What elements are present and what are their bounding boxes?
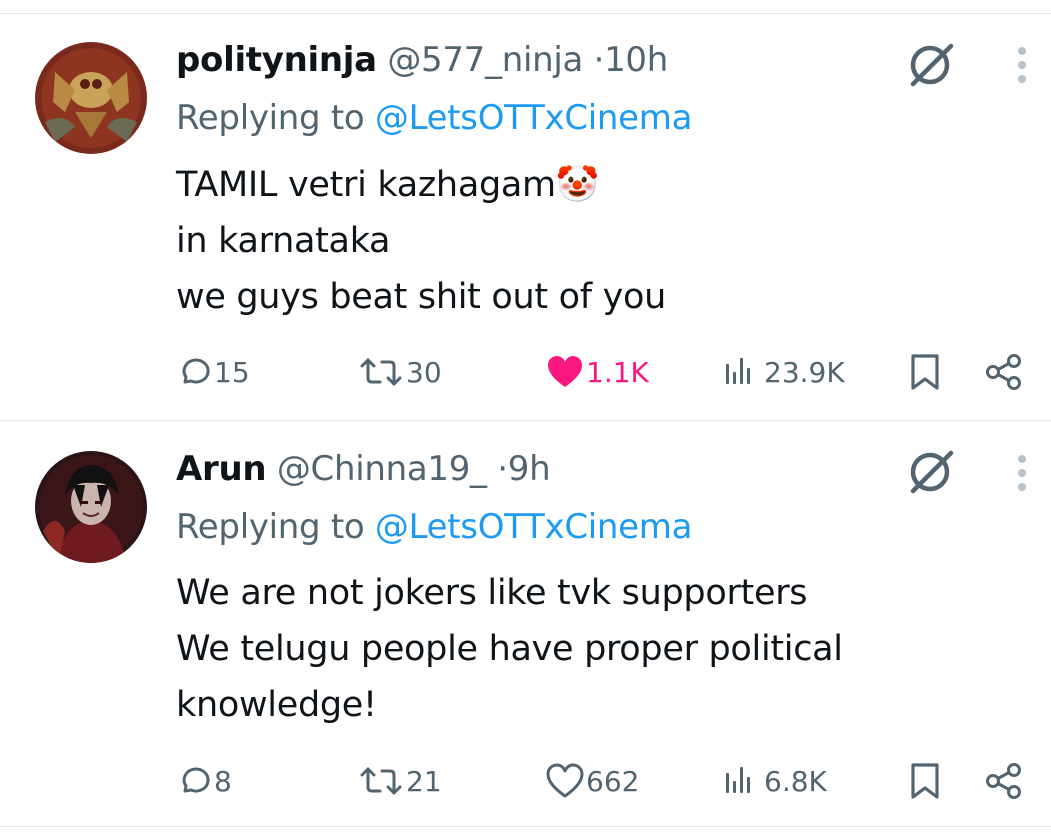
repost-button[interactable]: 30	[358, 350, 442, 394]
replying-to: Replying to @LetsOTTxCinema	[176, 98, 692, 138]
reply-count: 8	[214, 764, 232, 798]
repost-icon	[360, 767, 402, 795]
view-count: 6.8K	[764, 764, 827, 798]
tweet-header: Arun @Chinna19_ ·9h	[176, 449, 551, 489]
bookmark-icon	[911, 763, 939, 799]
views-icon	[726, 767, 750, 793]
separator-dot: ·	[593, 40, 605, 80]
views-button[interactable]: 23.9K	[722, 350, 845, 394]
share-button[interactable]	[984, 759, 1024, 803]
tweet[interactable]: polityninja @577_ninja ·10h Replying to …	[0, 0, 1051, 420]
views-icon	[726, 358, 750, 384]
replying-prefix: Replying to	[176, 98, 375, 138]
repost-count: 21	[406, 764, 442, 798]
share-icon	[986, 354, 1021, 390]
avatar[interactable]	[35, 451, 147, 563]
replying-prefix: Replying to	[176, 507, 375, 547]
views-button[interactable]: 6.8K	[722, 759, 827, 803]
like-button[interactable]: 662	[546, 759, 639, 803]
replying-to-mention[interactable]: @LetsOTTxCinema	[375, 507, 693, 547]
avatar[interactable]	[35, 42, 147, 154]
repost-count: 30	[406, 355, 442, 389]
action-bar: 8 21 662 6.8K	[0, 759, 1051, 803]
tweet-text-line: knowledge!	[176, 685, 377, 725]
tweet-header: polityninja @577_ninja ·10h	[176, 40, 668, 80]
tweet-text-line: We telugu people have proper political	[176, 629, 843, 669]
heart-outline-icon	[546, 763, 584, 798]
more-options-icon[interactable]	[1012, 45, 1032, 87]
tweet-text-line: TAMIL vetri kazhagam🤡	[176, 165, 600, 205]
heart-filled-icon	[548, 356, 582, 387]
replying-to: Replying to @LetsOTTxCinema	[176, 507, 692, 547]
reply-button[interactable]: 15	[176, 350, 250, 394]
repost-button[interactable]: 21	[358, 759, 442, 803]
reply-count: 15	[214, 355, 250, 389]
view-count: 23.9K	[764, 355, 845, 389]
reply-icon	[182, 358, 210, 384]
tweet-text-line: we guys beat shit out of you	[176, 277, 667, 317]
like-button[interactable]: 1.1K	[546, 350, 649, 394]
bookmark-icon	[911, 354, 939, 390]
tweet[interactable]: Arun @Chinna19_ ·9h Replying to @LetsOTT…	[0, 421, 1051, 832]
user-handle[interactable]: @Chinna19_	[277, 449, 487, 489]
like-count: 662	[586, 764, 640, 798]
tweet-text-line: We are not jokers like tvk supporters	[176, 573, 808, 613]
timestamp[interactable]: 9h	[508, 449, 551, 489]
bottom-divider	[0, 826, 1051, 827]
share-icon	[986, 763, 1021, 799]
bookmark-button[interactable]	[908, 759, 942, 803]
separator-dot: ·	[497, 449, 508, 489]
share-button[interactable]	[984, 350, 1024, 394]
replying-to-mention[interactable]: @LetsOTTxCinema	[375, 98, 693, 138]
tweet-text-line: in karnataka	[176, 221, 391, 261]
repost-icon	[360, 358, 402, 386]
grok-icon[interactable]	[905, 445, 957, 497]
reply-button[interactable]: 8	[176, 759, 232, 803]
user-handle[interactable]: @577_ninja	[387, 40, 583, 80]
display-name[interactable]: Arun	[176, 449, 267, 489]
reply-icon	[182, 767, 210, 793]
display-name[interactable]: polityninja	[176, 40, 377, 80]
grok-icon[interactable]	[905, 38, 957, 90]
tweet-text: We are not jokers like tvk supporters We…	[176, 565, 843, 733]
action-bar: 15 30 1.1K 23.9K	[0, 350, 1051, 394]
like-count: 1.1K	[586, 355, 649, 389]
bookmark-button[interactable]	[908, 350, 942, 394]
timestamp[interactable]: 10h	[604, 40, 668, 80]
tweet-text: TAMIL vetri kazhagam🤡 in karnataka we gu…	[176, 157, 666, 325]
more-options-icon[interactable]	[1012, 453, 1032, 495]
